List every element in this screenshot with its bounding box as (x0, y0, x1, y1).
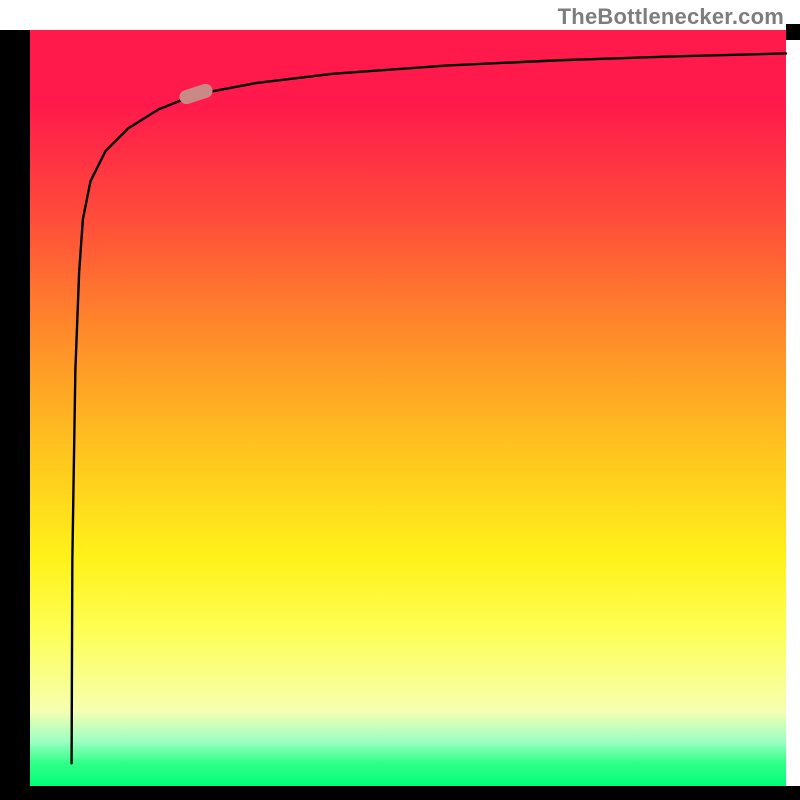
y-axis (0, 30, 30, 786)
plot-background-gradient (30, 30, 786, 786)
chart-container: TheBottlenecker.com (0, 0, 800, 800)
x-axis (0, 786, 800, 800)
axis-corner-notch (786, 24, 800, 40)
watermark-text: TheBottlenecker.com (558, 4, 784, 30)
